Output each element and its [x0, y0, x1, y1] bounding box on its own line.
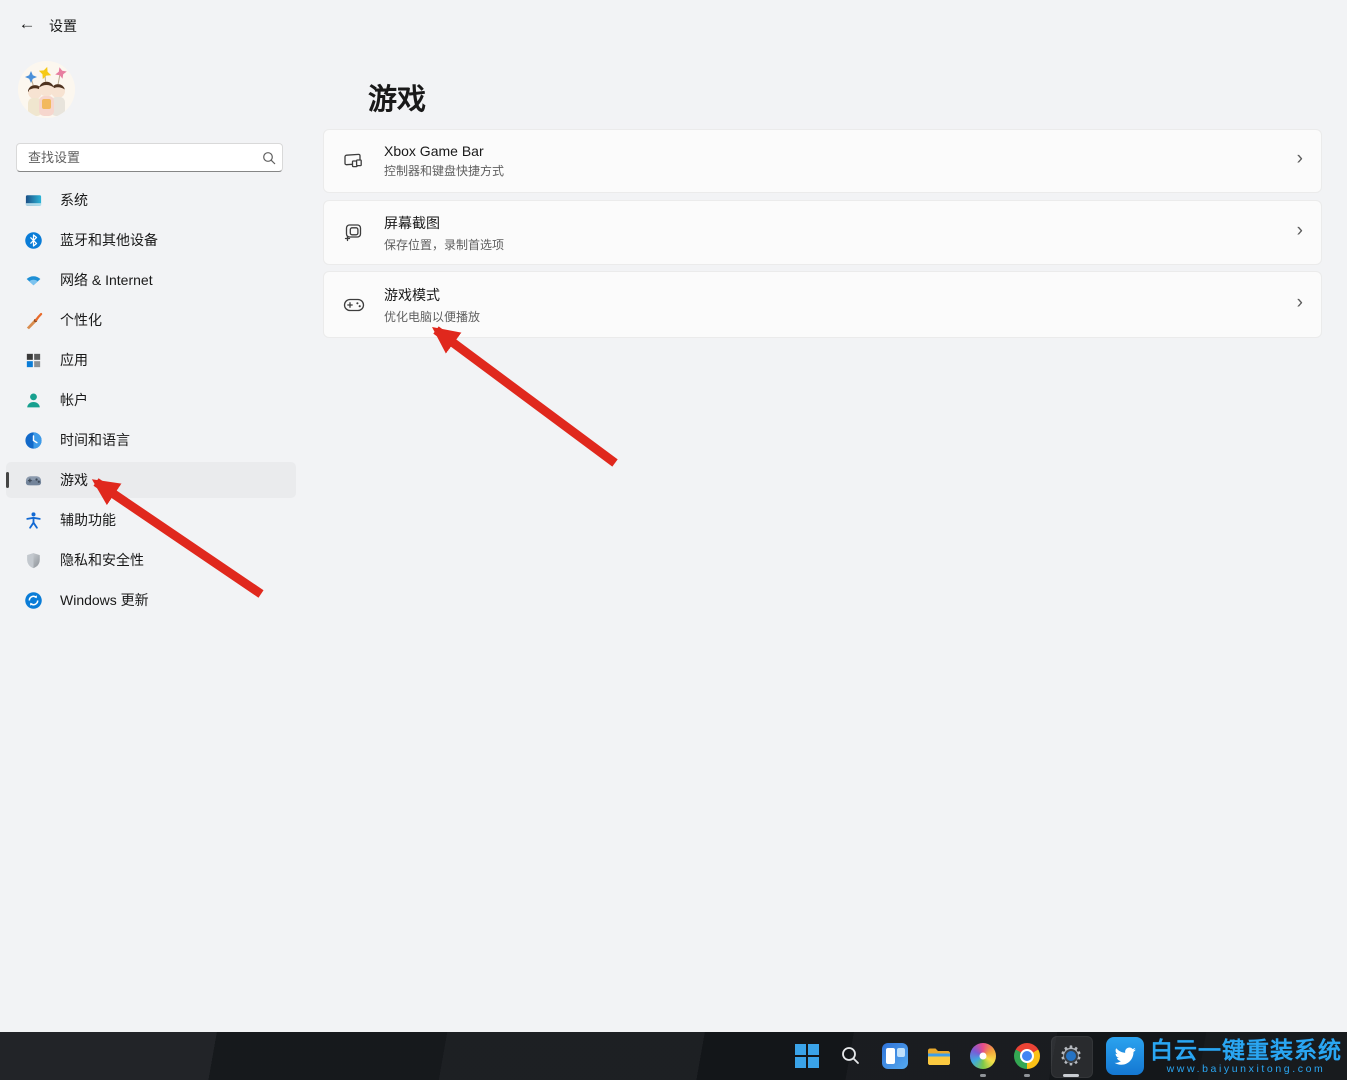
search-icon — [256, 150, 282, 166]
watermark-title: 白云一键重装系统 — [1150, 1038, 1342, 1063]
sidebar-item-label: 系统 — [60, 190, 88, 210]
taskbar-search-button[interactable] — [829, 1032, 873, 1080]
selected-indicator — [6, 472, 9, 488]
sidebar-item-accessibility[interactable]: 辅助功能 — [6, 502, 296, 538]
xbox-game-bar-icon — [342, 149, 366, 173]
card-subtitle: 优化电脑以便播放 — [384, 308, 480, 325]
apps-grid-icon — [24, 351, 43, 370]
page-title: 游戏 — [368, 76, 426, 118]
chrome-button[interactable] — [1005, 1032, 1049, 1080]
sidebar-item-label: 应用 — [60, 350, 88, 370]
widgets-icon — [882, 1043, 908, 1069]
sidebar-item-personalization[interactable]: 个性化 — [6, 302, 296, 338]
user-avatar[interactable] — [18, 61, 75, 118]
sidebar-item-label: 网络 & Internet — [60, 270, 153, 290]
start-button[interactable] — [785, 1032, 829, 1080]
running-indicator — [980, 1074, 986, 1077]
accessibility-person-icon — [24, 511, 43, 530]
arrow-to-game-mode — [436, 330, 615, 463]
sidebar-item-label: 蓝牙和其他设备 — [60, 230, 158, 250]
card-title: 屏幕截图 — [384, 213, 504, 233]
taskbar: ⚙ 白云一键重装系统 www.baiyunxitong.com — [0, 1032, 1347, 1080]
sidebar-item-label: 帐户 — [60, 390, 88, 410]
watermark-bird-icon — [1106, 1037, 1144, 1075]
settings-gear-icon: ⚙ — [1056, 1041, 1086, 1071]
gaming-controller-icon — [24, 471, 43, 490]
widgets-button[interactable] — [873, 1032, 917, 1080]
photos-icon — [970, 1043, 996, 1069]
system-icon — [24, 191, 43, 210]
running-indicator — [1024, 1074, 1030, 1077]
sidebar-item-label: 辅助功能 — [60, 510, 116, 530]
chevron-right-icon: › — [1297, 292, 1303, 314]
sidebar-item-label: 游戏 — [60, 470, 88, 490]
game-mode-card[interactable]: 游戏模式 优化电脑以便播放 › — [323, 271, 1322, 338]
active-indicator — [1063, 1074, 1079, 1077]
settings-sidebar: 系统 蓝牙和其他设备 网络 & Internet 个性化 — [6, 182, 296, 622]
windows-update-icon — [24, 591, 43, 610]
card-subtitle: 控制器和键盘快捷方式 — [384, 162, 504, 179]
xbox-game-bar-card[interactable]: Xbox Game Bar 控制器和键盘快捷方式 › — [323, 129, 1322, 193]
watermark-url: www.baiyunxitong.com — [1167, 1063, 1326, 1075]
card-subtitle: 保存位置，录制首选项 — [384, 236, 504, 253]
sidebar-item-label: 隐私和安全性 — [60, 550, 144, 570]
network-wifi-icon — [24, 271, 43, 290]
sidebar-item-label: 时间和语言 — [60, 430, 130, 450]
avatar-illustration — [18, 61, 75, 118]
sidebar-item-accounts[interactable]: 帐户 — [6, 382, 296, 418]
bluetooth-icon — [24, 231, 43, 250]
taskbar-search-icon — [839, 1044, 863, 1068]
file-explorer-icon — [926, 1043, 952, 1069]
file-explorer-button[interactable] — [917, 1032, 961, 1080]
sidebar-item-gaming[interactable]: 游戏 — [6, 462, 296, 498]
card-title: Xbox Game Bar — [384, 143, 504, 159]
photos-app-button[interactable] — [961, 1032, 1005, 1080]
privacy-shield-icon — [24, 551, 43, 570]
chevron-right-icon: › — [1297, 148, 1303, 170]
accounts-person-icon — [24, 391, 43, 410]
back-arrow-icon: ← — [19, 14, 36, 34]
sidebar-item-privacy[interactable]: 隐私和安全性 — [6, 542, 296, 578]
search-input[interactable] — [17, 150, 256, 165]
sidebar-item-time-language[interactable]: 时间和语言 — [6, 422, 296, 458]
card-title: 游戏模式 — [384, 285, 480, 305]
back-button[interactable]: ← — [12, 10, 42, 38]
sidebar-item-label: 个性化 — [60, 310, 102, 330]
window-title: 设置 — [49, 16, 77, 36]
settings-app-button[interactable]: ⚙ — [1049, 1032, 1093, 1080]
settings-search[interactable] — [16, 143, 283, 172]
sidebar-item-label: Windows 更新 — [60, 590, 149, 610]
sidebar-item-bluetooth[interactable]: 蓝牙和其他设备 — [6, 222, 296, 258]
captures-card[interactable]: 屏幕截图 保存位置，录制首选项 › — [323, 200, 1322, 265]
chrome-icon — [1014, 1043, 1040, 1069]
sidebar-item-network[interactable]: 网络 & Internet — [6, 262, 296, 298]
sidebar-item-apps[interactable]: 应用 — [6, 342, 296, 378]
sidebar-item-system[interactable]: 系统 — [6, 182, 296, 218]
time-language-clock-icon — [24, 431, 43, 450]
chevron-right-icon: › — [1297, 220, 1303, 242]
watermark: 白云一键重装系统 www.baiyunxitong.com — [1106, 1034, 1342, 1078]
personalization-brush-icon — [24, 311, 43, 330]
captures-icon — [342, 221, 366, 245]
windows-logo-icon — [795, 1044, 819, 1068]
sidebar-item-windows-update[interactable]: Windows 更新 — [6, 582, 296, 618]
game-mode-icon — [342, 293, 366, 317]
